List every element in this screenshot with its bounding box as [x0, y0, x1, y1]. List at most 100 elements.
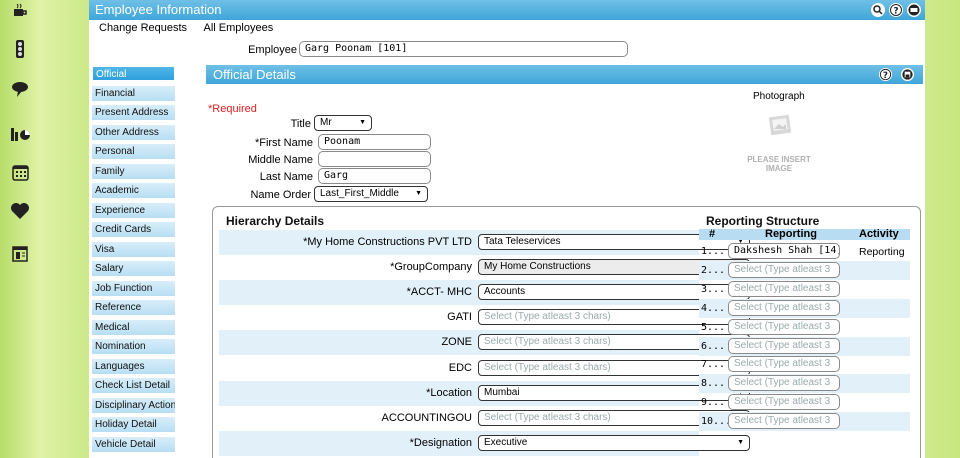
hierarchy-label: EDC [448, 361, 472, 374]
title-select[interactable]: Mr [314, 115, 372, 131]
reporting-row: 6... Select (Type atleast 3 [699, 336, 910, 356]
traffic-light-icon[interactable] [10, 39, 30, 59]
sidemenu-item[interactable]: Medical [92, 319, 175, 335]
sidemenu-item[interactable]: Personal [92, 144, 175, 159]
reporting-input[interactable]: Select (Type atleast 3 [728, 394, 840, 411]
speech-bubble-icon[interactable] [10, 79, 30, 99]
hierarchy-row: *My Home Constructions PVT LTD Tata Teles… [219, 230, 750, 255]
hierarchy-label: ACCOUNTINGOU [381, 411, 472, 424]
reporting-row-number: 8... [701, 378, 726, 390]
employee-label: Employee [248, 44, 297, 56]
sidemenu-item[interactable]: Financial [92, 85, 175, 101]
reporting-row-number: 5... [701, 321, 726, 333]
col-header-activity: Activity [859, 228, 899, 240]
svg-text:?: ? [883, 70, 888, 80]
change-requests-link[interactable]: Change Requests [99, 22, 187, 34]
reporting-input[interactable]: Select (Type atleast 3 [728, 318, 840, 335]
reporting-input[interactable]: Select (Type atleast 3 [728, 375, 840, 392]
save-icon[interactable] [900, 67, 916, 83]
official-details-header: Official Details ? [206, 65, 923, 84]
required-note: *Required [208, 103, 257, 115]
section-menu: Official Financial Present Address Other Ad… [92, 66, 175, 456]
name-order-select[interactable]: Last_First_Middle [314, 186, 428, 202]
sidemenu-item[interactable]: Holiday Detail [92, 417, 175, 432]
help-icon[interactable]: ? [878, 67, 894, 83]
sidemenu-item[interactable]: Nomination [92, 339, 175, 354]
reporting-title: Reporting Structure [706, 214, 820, 228]
sidemenu-item[interactable]: Disciplinary Action [92, 397, 175, 413]
reporting-row: 8... Select (Type atleast 3 [699, 374, 910, 394]
sidemenu-item[interactable]: Credit Cards [92, 222, 175, 237]
heart-icon[interactable] [10, 201, 30, 221]
all-employees-link[interactable]: All Employees [204, 22, 274, 34]
hierarchy-label: *Designation [409, 436, 472, 449]
sub-navigation: Change Requests All Employees [99, 22, 287, 34]
hierarchy-row: GATI Select (Type atleast 3 chars) [219, 305, 750, 330]
employee-input[interactable]: Garg Poonam [101] [299, 41, 628, 57]
sidemenu-item[interactable]: Experience [92, 202, 175, 218]
sidemenu-item[interactable]: Check List Detail [92, 378, 175, 393]
hierarchy-label: *Location [426, 386, 472, 399]
hierarchy-row: *ACCT- MHC Accounts [219, 280, 750, 306]
hierarchy-row: *GroupCompany My Home Constructions [219, 255, 750, 280]
hierarchy-label: *GroupCompany [390, 261, 472, 274]
hierarchy-row: EDC Select (Type atleast 3 chars) [219, 356, 750, 381]
hierarchy-row: *Location Mumbai [219, 380, 750, 406]
reporting-row-number: 10... [701, 416, 732, 428]
reporting-row-number: 9... [701, 397, 726, 409]
document-list-icon[interactable] [10, 244, 30, 264]
reporting-row-number: 3... [701, 283, 726, 295]
reporting-input[interactable]: Select (Type atleast 3 [728, 337, 840, 354]
reporting-input[interactable]: Select (Type atleast 3 [728, 299, 840, 316]
section-title: Official Details [213, 67, 296, 82]
col-header-reporting: Reporting [765, 228, 817, 240]
last-name-input[interactable]: Garg [318, 168, 431, 184]
photo-placeholder[interactable]: PLEASE INSERT IMAGE [734, 104, 824, 174]
sidemenu-item[interactable]: Official [92, 66, 175, 81]
help-icon[interactable]: ? [888, 2, 904, 18]
calendar-icon[interactable] [10, 162, 30, 182]
sidemenu-item[interactable]: Languages [92, 358, 175, 374]
faq-icon[interactable] [906, 2, 922, 18]
reporting-input[interactable]: Select (Type atleast 3 [728, 356, 840, 373]
sidemenu-item[interactable]: Job Function [92, 280, 175, 296]
first-name-input[interactable]: Poonam [318, 134, 431, 150]
reporting-input[interactable]: Select (Type atleast 3 [728, 413, 840, 430]
last-name-label: Last Name [259, 171, 313, 183]
sidemenu-item[interactable]: Salary [92, 261, 175, 276]
reporting-input[interactable]: Select (Type atleast 3 [728, 261, 840, 278]
sidemenu-item[interactable]: Present Address [92, 105, 175, 120]
coffee-cup-icon[interactable] [10, 0, 30, 20]
svg-text:?: ? [893, 7, 898, 17]
reporting-input[interactable]: Select (Type atleast 3 [728, 280, 840, 297]
hierarchy-row: ZONE Select (Type atleast 3 chars) [219, 330, 750, 356]
col-header-num: # [709, 228, 716, 240]
title-label: Title [290, 118, 311, 130]
photo-label: Photograph [753, 91, 805, 102]
reporting-input[interactable]: Dakshesh Shah [14] [728, 243, 840, 259]
window-titlebar: Employee Information ? [89, 0, 925, 20]
sidemenu-item[interactable]: Family [92, 163, 175, 179]
sidemenu-item[interactable]: Reference [92, 300, 175, 315]
hierarchy-select[interactable]: Executive [478, 434, 750, 451]
reporting-row: 4... Select (Type atleast 3 [699, 298, 910, 318]
hierarchy-row: ACCOUNTINGOU Select (Type atleast 3 chars… [219, 406, 750, 431]
reporting-row-number: 4... [701, 302, 726, 314]
reporting-row: 5... Select (Type atleast 3 [699, 318, 910, 337]
reporting-row: 7... Select (Type atleast 3 [699, 355, 910, 374]
sidemenu-item[interactable]: Visa [92, 241, 175, 257]
hierarchy-label: *My Home Constructions PVT LTD [303, 236, 472, 248]
reporting-row: 9... Select (Type atleast 3 [699, 393, 910, 412]
hierarchy-row: *Designation Executive [219, 430, 750, 456]
reporting-row-number: 2... [701, 264, 726, 276]
hierarchy-label: GATI [447, 311, 472, 324]
chart-icon[interactable] [10, 123, 30, 143]
sidemenu-item[interactable]: Other Address [92, 124, 175, 140]
sidemenu-item[interactable]: Vehicle Detail [92, 436, 175, 452]
middle-name-input[interactable] [318, 151, 431, 167]
reporting-row: 10... Select (Type atleast 3 [699, 412, 910, 432]
search-icon[interactable] [870, 2, 886, 18]
hierarchy-label: *ACCT- MHC [406, 286, 472, 299]
middle-name-label: Middle Name [248, 154, 313, 166]
sidemenu-item[interactable]: Academic [92, 183, 175, 198]
